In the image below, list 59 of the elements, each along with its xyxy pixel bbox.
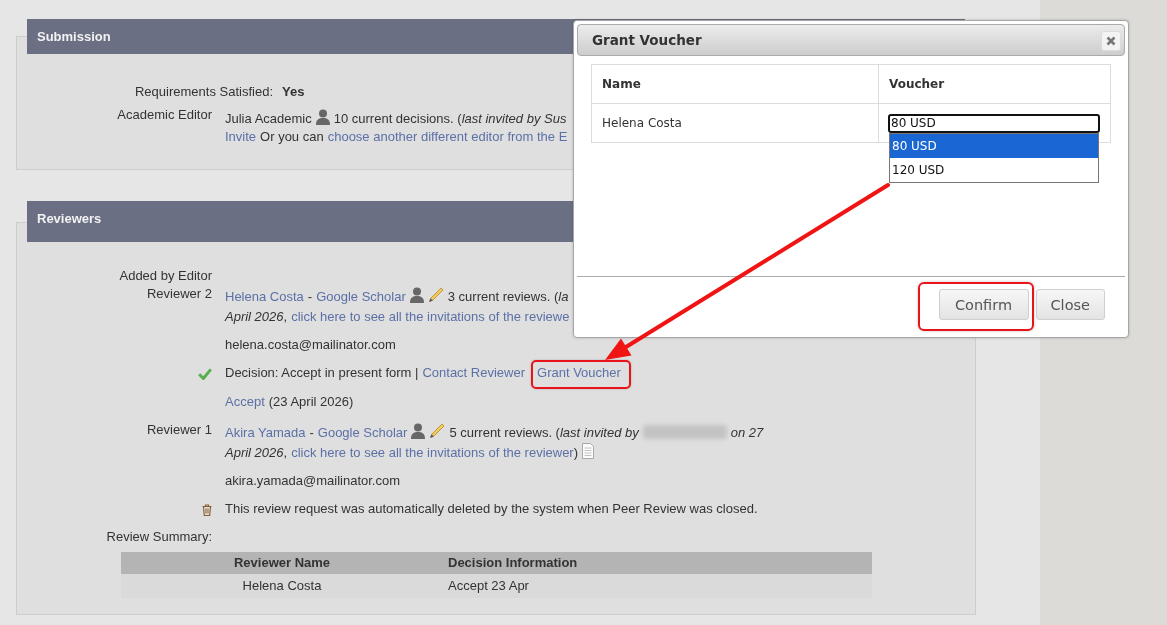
detail-link[interactable]: Accept: [225, 394, 265, 409]
detail-link[interactable]: click here to see all the invitations of the reviewer: [291, 445, 574, 460]
column-header: Reviewer Name: [121, 552, 443, 574]
detail-text: -: [307, 289, 313, 304]
punctuation-text: ): [573, 445, 579, 460]
detail-text: 3 current reviews. (la: [447, 289, 569, 304]
detail-text: Decision: Accept in present form |: [225, 365, 419, 380]
note-text: on 27: [730, 425, 764, 440]
detail-text: akira.yamada@mailinator.com: [225, 473, 401, 488]
table-cell: Helena Costa: [592, 104, 879, 143]
note-text: April 2026: [225, 445, 284, 460]
table-cell: Helena Costa: [121, 574, 443, 598]
column-header: Name: [592, 65, 879, 104]
trash-icon: [202, 503, 212, 516]
dialog-title: Grant Voucher: [592, 31, 702, 50]
dropdown-option[interactable]: 120 USD: [890, 157, 1098, 182]
person-icon: [411, 423, 426, 439]
field-label: Academic Editor: [117, 107, 212, 122]
detail-link[interactable]: Grant Voucher: [537, 365, 621, 380]
detail-text: -: [309, 425, 314, 440]
field-value: Yes: [282, 83, 305, 101]
detail-link[interactable]: Google Scholar: [316, 289, 406, 304]
close-icon: [1106, 36, 1116, 46]
check-icon: [198, 367, 212, 380]
detail-link[interactable]: Invite: [225, 129, 257, 144]
voucher-select[interactable]: 80 USD: [888, 113, 1100, 133]
detail-link[interactable]: Contact Reviewer: [422, 365, 526, 380]
dialog-button[interactable]: Close: [1035, 289, 1105, 320]
group-label: Added by Editor: [119, 268, 212, 283]
field-label: Requirements Satisfied:: [134, 83, 273, 101]
document-icon[interactable]: [582, 443, 595, 459]
column-header: Decision Information: [443, 552, 872, 574]
dialog-button[interactable]: Confirm: [938, 289, 1029, 320]
detail-text: 10 current decisions. (last invited by Sus: [333, 111, 567, 126]
detail-text: 5 current reviews. (last invited by: [449, 425, 639, 440]
note-text: April 2026: [225, 309, 284, 324]
field-label: Reviewer 2: [146, 286, 212, 301]
detail-text: Julia Academic: [225, 111, 312, 126]
dropdown-option[interactable]: 80 USD: [890, 133, 1098, 158]
column-header: Voucher: [879, 65, 1111, 104]
detail-text: This review request was automatically deleted by the system when Peer Review was closed.: [225, 501, 758, 516]
punctuation-text: ,: [283, 445, 288, 460]
field-label: Reviewer 1: [146, 422, 212, 437]
pencil-icon[interactable]: [429, 423, 446, 439]
close-button[interactable]: [1101, 31, 1121, 51]
detail-text: helena.costa@mailinator.com: [225, 337, 396, 352]
detail-text: (23 April 2026): [268, 394, 354, 409]
punctuation-text: ,: [283, 309, 288, 324]
detail-link[interactable]: click here to see all the invitations of the reviewe: [291, 309, 570, 324]
detail-link[interactable]: Helena Costa: [225, 289, 304, 304]
detail-link[interactable]: choose another different editor from the E: [327, 129, 568, 144]
table-cell: Accept 23 Apr: [443, 574, 872, 598]
detail-text: Or you can: [260, 129, 324, 144]
detail-link[interactable]: Akira Yamada: [225, 425, 306, 440]
pencil-icon[interactable]: [427, 287, 444, 303]
detail-link[interactable]: Google Scholar: [317, 425, 408, 440]
person-icon: [409, 287, 424, 303]
field-label: Review Summary:: [106, 529, 212, 544]
person-icon: [315, 109, 330, 125]
